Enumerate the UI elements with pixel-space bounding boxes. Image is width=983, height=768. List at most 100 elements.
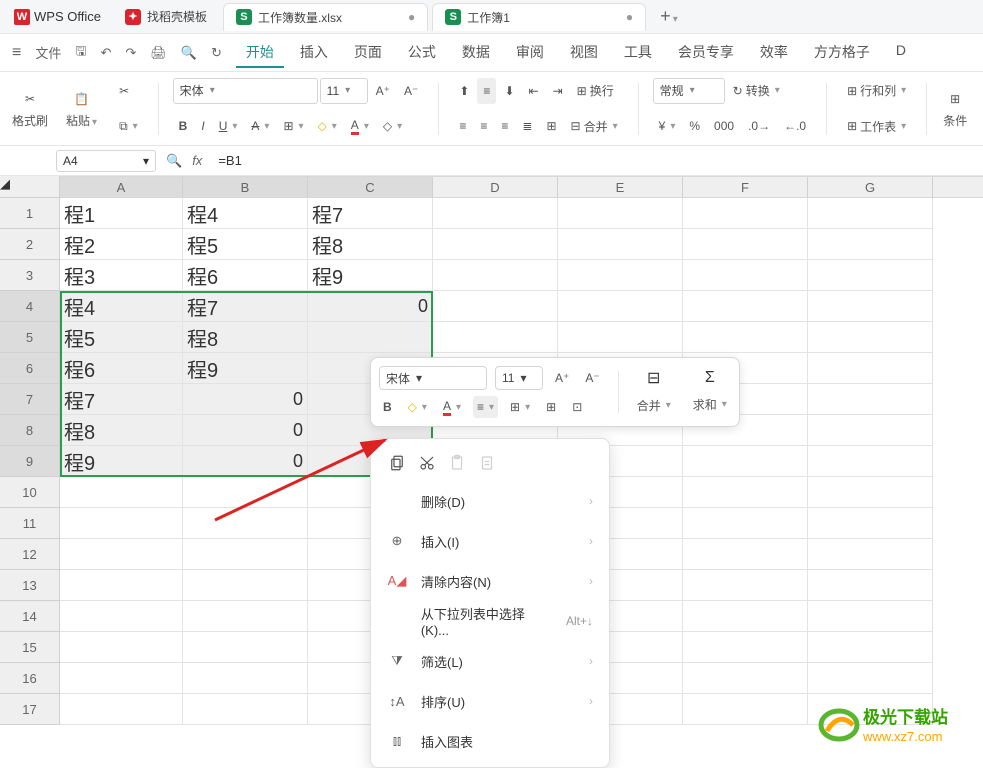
- cell-G3[interactable]: [808, 260, 933, 291]
- fill-color-button[interactable]: ◇▾: [312, 113, 343, 139]
- mini-decrease-font-icon[interactable]: A⁻: [581, 367, 603, 389]
- cell-E4[interactable]: [558, 291, 683, 322]
- strike-button[interactable]: A▾: [245, 113, 275, 139]
- row-header-5[interactable]: 5: [0, 322, 60, 353]
- cell-A1[interactable]: 程1: [60, 198, 183, 229]
- ctx-dropdown-select[interactable]: 从下拉列表中选择(K)... Alt+↓: [371, 601, 609, 641]
- align-top-icon[interactable]: ⬆: [453, 78, 475, 104]
- cell-A9[interactable]: 程9: [60, 446, 183, 477]
- cell-B9[interactable]: 0: [183, 446, 308, 477]
- row-header-15[interactable]: 15: [0, 632, 60, 663]
- cell-G8[interactable]: [808, 415, 933, 446]
- tab-insert[interactable]: 插入: [290, 38, 338, 68]
- row-header-8[interactable]: 8: [0, 415, 60, 446]
- cell-D2[interactable]: [433, 229, 558, 260]
- cell-G9[interactable]: [808, 446, 933, 477]
- cell-F17[interactable]: [683, 694, 808, 725]
- conditional-button[interactable]: ⊞ 条件: [937, 86, 973, 131]
- tab-tools[interactable]: 工具: [614, 38, 662, 68]
- cell-A5[interactable]: 程5: [60, 322, 183, 353]
- cell-B16[interactable]: [183, 663, 308, 694]
- tab-fanggezhi[interactable]: 方方格子: [804, 38, 880, 68]
- cell-F5[interactable]: [683, 322, 808, 353]
- font-select[interactable]: 宋体▾: [173, 78, 318, 104]
- tab-page[interactable]: 页面: [344, 38, 392, 68]
- name-box[interactable]: A4▾: [56, 150, 156, 172]
- ctx-paste-special-icon[interactable]: [477, 453, 497, 473]
- row-header-4[interactable]: 4: [0, 291, 60, 322]
- preview-icon[interactable]: 🔍: [175, 40, 203, 66]
- wrap-button[interactable]: ⊞ 换行: [571, 78, 620, 104]
- cell-C3[interactable]: 程9: [308, 260, 433, 291]
- tab-efficiency[interactable]: 效率: [750, 38, 798, 68]
- redo-icon[interactable]: ↻: [205, 40, 228, 66]
- copy-icon[interactable]: ⧉▾: [113, 113, 144, 139]
- col-header-C[interactable]: C: [308, 177, 433, 197]
- col-header-D[interactable]: D: [433, 177, 558, 197]
- cell-B8[interactable]: 0: [183, 415, 308, 446]
- cell-F11[interactable]: [683, 508, 808, 539]
- cell-B6[interactable]: 程9: [183, 353, 308, 384]
- row-header-1[interactable]: 1: [0, 198, 60, 229]
- ctx-filter[interactable]: ⧩筛选(L) ›: [371, 641, 609, 681]
- ctx-clear[interactable]: A◢清除内容(N) ›: [371, 561, 609, 601]
- cell-A7[interactable]: 程7: [60, 384, 183, 415]
- row-header-3[interactable]: 3: [0, 260, 60, 291]
- cell-G14[interactable]: [808, 601, 933, 632]
- increase-decimal-icon[interactable]: .0→: [742, 113, 776, 139]
- cell-A16[interactable]: [60, 663, 183, 694]
- col-header-F[interactable]: F: [683, 177, 808, 197]
- cell-G6[interactable]: [808, 353, 933, 384]
- col-header-E[interactable]: E: [558, 177, 683, 197]
- zoom-icon[interactable]: 🔍: [166, 153, 182, 169]
- cell-G2[interactable]: [808, 229, 933, 260]
- cell-E2[interactable]: [558, 229, 683, 260]
- row-header-6[interactable]: 6: [0, 353, 60, 384]
- cell-B10[interactable]: [183, 477, 308, 508]
- col-header-G[interactable]: G: [808, 177, 933, 197]
- cell-B15[interactable]: [183, 632, 308, 663]
- worksheet-button[interactable]: ⊞ 工作表▾: [841, 113, 912, 139]
- font-color-button[interactable]: A▾: [345, 113, 375, 139]
- align-bottom-icon[interactable]: ⬇: [498, 78, 520, 104]
- row-header-2[interactable]: 2: [0, 229, 60, 260]
- cell-A15[interactable]: [60, 632, 183, 663]
- cell-A17[interactable]: [60, 694, 183, 725]
- cell-B5[interactable]: 程8: [183, 322, 308, 353]
- ctx-paste-icon[interactable]: [447, 453, 467, 473]
- cell-B7[interactable]: 0: [183, 384, 308, 415]
- ctx-insert-chart[interactable]: ⫾⫾插入图表: [371, 721, 609, 761]
- align-middle-icon[interactable]: ≡: [477, 78, 496, 104]
- cell-F16[interactable]: [683, 663, 808, 694]
- percent-icon[interactable]: %: [683, 113, 706, 139]
- cell-A8[interactable]: 程8: [60, 415, 183, 446]
- cell-C5[interactable]: [308, 322, 433, 353]
- mini-insert-button[interactable]: ⊞: [542, 396, 560, 418]
- row-header-10[interactable]: 10: [0, 477, 60, 508]
- align-right-icon[interactable]: ≡: [495, 113, 514, 139]
- cell-A11[interactable]: [60, 508, 183, 539]
- align-center-icon[interactable]: ≡: [474, 113, 493, 139]
- mini-increase-font-icon[interactable]: A⁺: [551, 367, 573, 389]
- cell-B3[interactable]: 程6: [183, 260, 308, 291]
- cell-B11[interactable]: [183, 508, 308, 539]
- row-header-14[interactable]: 14: [0, 601, 60, 632]
- tab-data[interactable]: 数据: [452, 38, 500, 68]
- row-header-12[interactable]: 12: [0, 539, 60, 570]
- orientation-icon[interactable]: ⊞: [540, 113, 562, 139]
- cell-F15[interactable]: [683, 632, 808, 663]
- ctx-insert[interactable]: ⊕插入(I) ›: [371, 521, 609, 561]
- cell-D4[interactable]: [433, 291, 558, 322]
- cell-G10[interactable]: [808, 477, 933, 508]
- col-header-A[interactable]: A: [60, 177, 183, 197]
- docker-tab-workbook-count[interactable]: S 工作簿数量.xlsx ●: [223, 3, 428, 31]
- tab-more[interactable]: D: [886, 38, 916, 68]
- mini-border-button[interactable]: ⊞▾: [506, 396, 534, 418]
- tab-formula[interactable]: 公式: [398, 38, 446, 68]
- cell-F1[interactable]: [683, 198, 808, 229]
- cell-B2[interactable]: 程5: [183, 229, 308, 260]
- row-header-9[interactable]: 9: [0, 446, 60, 477]
- merge-button[interactable]: ⊟ 合并▾: [565, 113, 624, 139]
- increase-indent-icon[interactable]: ⇥: [547, 78, 569, 104]
- cell-G13[interactable]: [808, 570, 933, 601]
